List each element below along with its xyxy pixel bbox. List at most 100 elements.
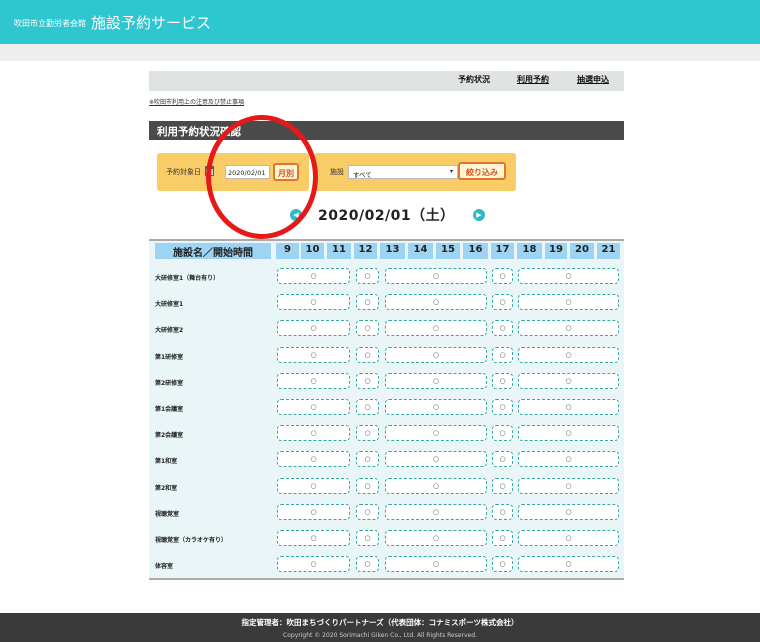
availability-cell[interactable]: ○: [492, 530, 513, 546]
facility-name: 第1和室: [155, 458, 178, 466]
availability-cell[interactable]: ○: [492, 294, 513, 311]
availability-cell[interactable]: ○: [492, 320, 513, 337]
notice-link[interactable]: ※吹田市利用上の注意及び禁止事項: [149, 97, 244, 106]
footer-operator: 指定管理者：吹田まちづくりパートナーズ（代表団体：コナミスポーツ株式会社）: [241, 618, 519, 627]
availability-cell[interactable]: ○: [492, 399, 513, 415]
column-header-hour: 17: [491, 243, 514, 259]
facility-name: 大研修室1（舞台有り）: [155, 275, 220, 282]
availability-cell[interactable]: ○: [518, 346, 619, 363]
availability-cell[interactable]: ○: [356, 372, 379, 389]
availability-cell[interactable]: ○: [385, 530, 487, 546]
availability-cell[interactable]: ○: [277, 268, 350, 284]
date-label: 予約対象日: [166, 168, 201, 176]
availability-cell[interactable]: ○: [492, 372, 513, 389]
availability-cell[interactable]: ○: [518, 556, 619, 573]
availability-cell[interactable]: ○: [356, 294, 379, 311]
footer-copyright: Copyright © 2020 Sorimachi Giken Co., Lt…: [283, 632, 477, 639]
header-band: [0, 44, 760, 61]
availability-cell[interactable]: ○: [356, 451, 379, 468]
availability-cell[interactable]: ○: [356, 425, 379, 442]
availability-cell[interactable]: ○: [385, 451, 487, 468]
column-header-hour: 19: [545, 243, 567, 259]
availability-cell[interactable]: ○: [385, 503, 487, 520]
app-header: 吹田市立勤労者会館 施設予約サービス: [0, 0, 760, 44]
next-day-icon[interactable]: ▶: [473, 209, 485, 221]
availability-cell[interactable]: ○: [385, 556, 487, 573]
footer: 指定管理者：吹田まちづくりパートナーズ（代表団体：コナミスポーツ株式会社） Co…: [0, 613, 760, 642]
tab-make-reservation[interactable]: 利用予約: [517, 74, 549, 85]
column-header-hour: 15: [436, 243, 460, 259]
facility-name: 大研修室1: [155, 301, 184, 309]
availability-cell[interactable]: ○: [492, 503, 513, 520]
availability-cell[interactable]: ○: [518, 451, 619, 468]
availability-cell[interactable]: ○: [518, 294, 619, 311]
availability-cell[interactable]: ○: [385, 346, 487, 363]
availability-cell[interactable]: ○: [277, 556, 350, 573]
facility-select[interactable]: すべて ▾: [348, 165, 458, 179]
availability-cell[interactable]: ○: [518, 372, 619, 389]
current-date: 2020/02/01（土）: [318, 208, 455, 224]
availability-cell[interactable]: ○: [492, 451, 513, 468]
availability-cell[interactable]: ○: [356, 268, 379, 284]
availability-cell[interactable]: ○: [492, 346, 513, 363]
availability-cell[interactable]: ○: [492, 477, 513, 494]
availability-cell[interactable]: ○: [385, 320, 487, 337]
availability-cell[interactable]: ○: [492, 556, 513, 573]
availability-cell[interactable]: ○: [277, 530, 350, 546]
availability-cell[interactable]: ○: [518, 503, 619, 520]
availability-cell[interactable]: ○: [277, 477, 350, 494]
availability-cell[interactable]: ○: [385, 425, 487, 442]
tab-reservation-status[interactable]: 予約状況: [458, 74, 490, 85]
availability-cell[interactable]: ○: [277, 346, 350, 363]
column-header-hour: 10: [301, 243, 324, 259]
facility-select-value: すべて: [353, 171, 372, 179]
column-header-hour: 12: [354, 243, 377, 259]
availability-cell[interactable]: ○: [385, 372, 487, 389]
chevron-down-icon: ▾: [449, 168, 453, 175]
availability-cell[interactable]: ○: [356, 320, 379, 337]
availability-cell[interactable]: ○: [518, 477, 619, 494]
column-header-hour: 20: [570, 243, 594, 259]
column-header-hour: 21: [597, 243, 620, 259]
availability-cell[interactable]: ○: [277, 425, 350, 442]
availability-cell[interactable]: ○: [385, 294, 487, 311]
availability-cell[interactable]: ○: [356, 503, 379, 520]
tab-lottery-application[interactable]: 抽選申込: [577, 74, 609, 85]
column-header-hour: 9: [276, 243, 299, 259]
availability-cell[interactable]: ○: [356, 399, 379, 415]
availability-cell[interactable]: ○: [277, 503, 350, 520]
availability-cell[interactable]: ○: [518, 399, 619, 415]
availability-cell[interactable]: ○: [385, 477, 487, 494]
facility-label: 施設: [330, 168, 344, 176]
grid-divider: [149, 578, 624, 580]
availability-cell[interactable]: ○: [518, 268, 619, 284]
availability-cell[interactable]: ○: [277, 320, 350, 337]
tabs: 予約状況 利用予約 抽選申込: [0, 74, 760, 88]
facility-name: 体容室: [155, 563, 174, 571]
availability-cell[interactable]: ○: [385, 268, 487, 284]
availability-cell[interactable]: ○: [518, 530, 619, 546]
facility-name: 大研修室2: [155, 327, 184, 335]
availability-cell[interactable]: ○: [492, 425, 513, 442]
column-header-facility: 施設名／開始時間: [155, 243, 271, 259]
availability-cell[interactable]: ○: [277, 372, 350, 389]
availability-cell[interactable]: ○: [356, 477, 379, 494]
availability-cell[interactable]: ○: [277, 294, 350, 311]
header-subtitle: 吹田市立勤労者会館: [14, 19, 86, 28]
availability-cell[interactable]: ○: [492, 268, 513, 284]
facility-name: 第2和室: [155, 484, 178, 492]
availability-cell[interactable]: ○: [385, 399, 487, 415]
column-header-hour: 16: [463, 243, 488, 259]
availability-cell[interactable]: ○: [277, 399, 350, 415]
filter-button[interactable]: 絞り込み: [458, 162, 506, 180]
facility-name: 視聴覚室（カラオケ有り）: [155, 537, 228, 544]
column-header-hour: 11: [327, 243, 351, 259]
header-title[interactable]: 施設予約サービス: [91, 12, 211, 33]
column-header-hour: 18: [517, 243, 542, 259]
availability-cell[interactable]: ○: [277, 451, 350, 468]
availability-cell[interactable]: ○: [356, 556, 379, 573]
availability-cell[interactable]: ○: [356, 530, 379, 546]
availability-cell[interactable]: ○: [518, 320, 619, 337]
availability-cell[interactable]: ○: [518, 425, 619, 442]
availability-cell[interactable]: ○: [356, 346, 379, 363]
